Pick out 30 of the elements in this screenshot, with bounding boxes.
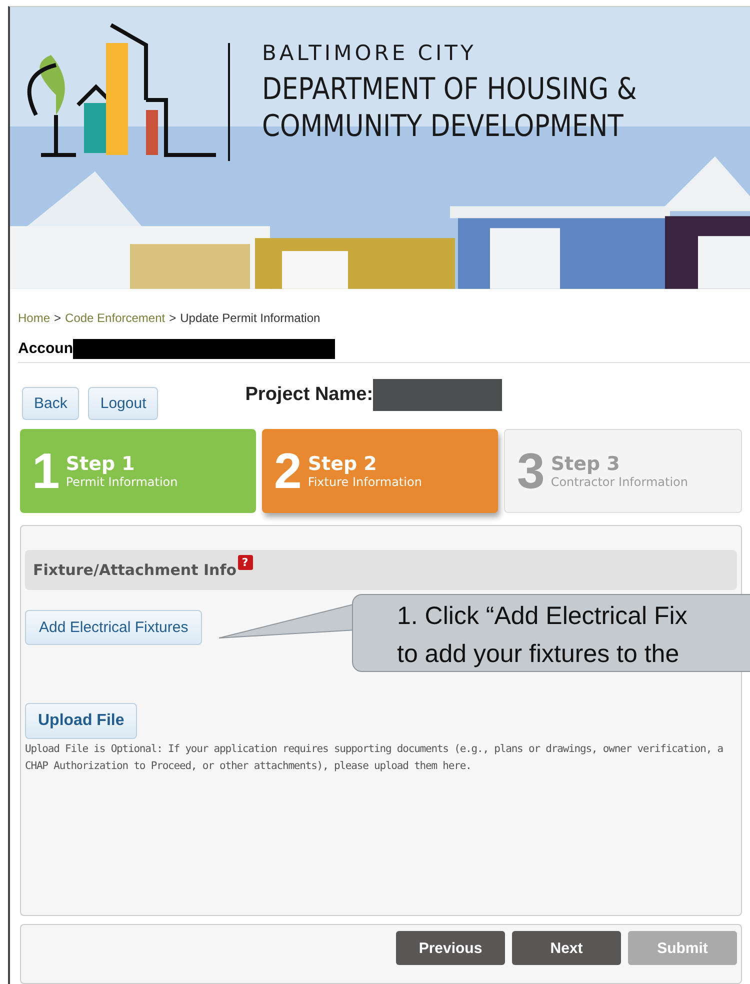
add-fixtures-button[interactable]: Add Electrical Fixtures: [25, 610, 202, 645]
breadcrumb-separator: >: [169, 310, 176, 325]
breadcrumb-current: Update Permit Information: [180, 310, 320, 325]
project-name-label: Project Name:: [245, 384, 374, 406]
account-label: Accoun: [18, 340, 74, 358]
step-title: Step 2: [308, 452, 378, 475]
step-number: 3: [517, 442, 545, 500]
step-subtitle: Contractor Information: [550, 474, 688, 489]
upload-file-button[interactable]: Upload File: [25, 702, 138, 739]
step-subtitle: Fixture Information: [308, 474, 422, 489]
callout-text: to add your fixtures to the: [397, 638, 680, 670]
department-title: DEPARTMENT OF HOUSING &: [262, 71, 637, 108]
upload-note: Upload File is Optional: If your application requires supporting documents (e.g., plans or drawings, owner verification, a CHAP Authorization to Proceed, or other attachments), please upload them here.: [25, 742, 724, 774]
breadcrumb-separator: >: [54, 310, 62, 325]
step-title: Step 1: [66, 452, 136, 475]
organization-name: BALTIMORE CITY: [262, 41, 476, 65]
help-icon[interactable]: ?: [238, 555, 253, 570]
breadcrumb-link[interactable]: Code Enforcement: [65, 310, 166, 325]
callout-text: 1. Click “Add Electrical Fix: [397, 600, 688, 632]
department-title: COMMUNITY DEVELOPMENT: [262, 108, 624, 145]
step-number: 2: [274, 442, 302, 500]
next-button[interactable]: Next: [512, 931, 621, 966]
step-subtitle: Permit Information: [66, 474, 178, 489]
back-button[interactable]: Back: [22, 386, 80, 420]
logout-button[interactable]: Logout: [88, 386, 158, 420]
section-title: Fixture/Attachment Info: [33, 560, 237, 579]
breadcrumb-link[interactable]: Home: [18, 310, 50, 325]
step-number: 1: [32, 442, 60, 500]
step-title: Step 3: [550, 452, 621, 475]
previous-button[interactable]: Previous: [396, 931, 505, 966]
